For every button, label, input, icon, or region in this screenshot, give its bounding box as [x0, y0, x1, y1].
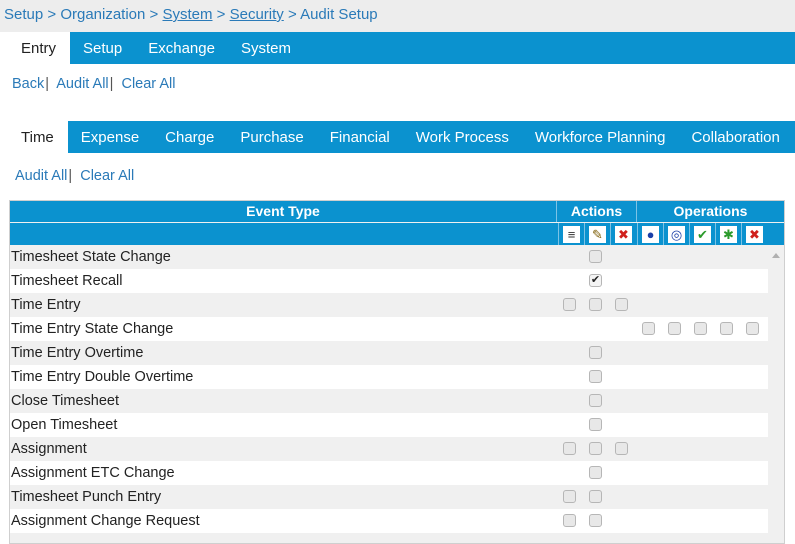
- audit-checkbox[interactable]: [563, 514, 576, 527]
- tab-collaboration[interactable]: Collaboration: [678, 121, 792, 153]
- event-type-label: Assignment ETC Change: [11, 465, 175, 481]
- event-type-label: Timesheet Punch Entry: [11, 489, 162, 505]
- tab-system[interactable]: System: [228, 32, 304, 64]
- event-type-label: Time Entry Double Overtime: [11, 369, 194, 385]
- breadcrumb-setup[interactable]: Setup: [4, 6, 43, 23]
- audit-checkbox[interactable]: [615, 442, 628, 455]
- audit-checkbox[interactable]: [589, 514, 602, 527]
- event-type-label: Time Entry: [11, 297, 81, 313]
- audit-checkbox[interactable]: [589, 490, 602, 503]
- delete-icon: ✖: [615, 225, 632, 243]
- grid-header: Event Type Actions Operations: [10, 201, 784, 222]
- audit-event-grid: Event Type Actions Operations ≡ ✎ ✖ ● ◎ ✔ ✱ ✖ T…: [9, 200, 785, 544]
- tab-financial[interactable]: Financial: [317, 121, 403, 153]
- breadcrumb-audit-setup: Audit Setup: [300, 6, 378, 23]
- event-type-header: Event Type: [10, 201, 557, 222]
- vertical-scrollbar[interactable]: [768, 245, 784, 543]
- delete-icon-cell: ✖: [610, 223, 636, 245]
- blue-dot-icon: ●: [642, 225, 659, 243]
- table-row: Time Entry Overtime: [10, 341, 768, 365]
- breadcrumb-organization[interactable]: Organization: [60, 6, 145, 23]
- audit-checkbox[interactable]: [694, 322, 707, 335]
- audit-checkbox[interactable]: [563, 298, 576, 311]
- table-row: Time Entry: [10, 293, 768, 317]
- audit-checkbox[interactable]: [668, 322, 681, 335]
- audit-checkbox[interactable]: [589, 418, 602, 431]
- scroll-up-arrow-icon[interactable]: [772, 253, 780, 258]
- reject-icon: ✱: [720, 225, 737, 243]
- audit-checkbox[interactable]: [589, 370, 602, 383]
- event-type-label: Assignment Change Request: [11, 513, 200, 529]
- table-row: Open Timesheet: [10, 413, 768, 437]
- back-link[interactable]: Back: [12, 76, 44, 92]
- audit-checkbox[interactable]: [720, 322, 733, 335]
- time-audit-all-link[interactable]: Audit All: [15, 168, 67, 184]
- breadcrumb: Setup > Organization > System > Security…: [0, 0, 795, 32]
- event-type-label: Timesheet Recall: [11, 273, 123, 289]
- audit-checkbox[interactable]: [589, 250, 602, 263]
- edit-icon-cell: ✎: [584, 223, 610, 245]
- reject-icon-cell: ✱: [715, 223, 741, 245]
- category-tab-bar: Time Expense Charge Purchase Financial W…: [0, 121, 795, 153]
- edit-icon: ✎: [589, 225, 606, 243]
- event-type-label: Open Timesheet: [11, 417, 118, 433]
- audit-checkbox[interactable]: [589, 466, 602, 479]
- audit-checkbox[interactable]: [563, 490, 576, 503]
- tab-work-process[interactable]: Work Process: [403, 121, 522, 153]
- top-tab-bar: Entry Setup Exchange System: [0, 32, 795, 64]
- audit-checkbox[interactable]: [589, 394, 602, 407]
- table-row: Close Timesheet: [10, 389, 768, 413]
- event-type-label: Close Timesheet: [11, 393, 119, 409]
- audit-checkbox[interactable]: ✔: [589, 274, 602, 287]
- list-icon-cell: ≡: [558, 223, 584, 245]
- tab-setup[interactable]: Setup: [70, 32, 135, 64]
- list-icon: ≡: [563, 225, 580, 243]
- table-row: Timesheet Punch Entry: [10, 485, 768, 509]
- operations-header: Operations: [673, 203, 748, 219]
- table-row: Timesheet State Change: [10, 245, 768, 269]
- audit-all-link[interactable]: Audit All: [56, 76, 108, 92]
- cancel-x-icon: ✖: [746, 225, 763, 243]
- table-row: Timesheet Recall ✔: [10, 269, 768, 293]
- event-type-label: Timesheet State Change: [11, 249, 171, 265]
- approve-check-icon-cell: ✔: [689, 223, 715, 245]
- event-type-label: Time Entry Overtime: [11, 345, 144, 361]
- audit-checkbox[interactable]: [746, 322, 759, 335]
- tab-time[interactable]: Time: [0, 121, 68, 153]
- blue-dot-icon-cell: ●: [637, 223, 663, 245]
- audit-checkbox[interactable]: [589, 442, 602, 455]
- clear-all-link[interactable]: Clear All: [121, 76, 175, 92]
- table-row: Time Entry State Change: [10, 317, 768, 341]
- grid-icon-row: ≡ ✎ ✖ ● ◎ ✔ ✱ ✖: [10, 223, 784, 245]
- audit-checkbox[interactable]: [563, 442, 576, 455]
- table-row: Assignment: [10, 437, 768, 461]
- time-clear-all-link[interactable]: Clear All: [80, 168, 134, 184]
- top-actions: Back| Audit All| Clear All: [12, 76, 176, 92]
- table-row: Assignment ETC Change: [10, 461, 768, 485]
- tab-purchase[interactable]: Purchase: [227, 121, 316, 153]
- event-type-label: Assignment: [11, 441, 87, 457]
- tab-expense[interactable]: Expense: [68, 121, 152, 153]
- table-row: Assignment Change Request: [10, 509, 768, 533]
- grid-rows: Timesheet State Change Timesheet Recall ✔ T…: [10, 245, 768, 533]
- tab-exchange[interactable]: Exchange: [135, 32, 228, 64]
- audit-checkbox[interactable]: [589, 346, 602, 359]
- tab-charge[interactable]: Charge: [152, 121, 227, 153]
- actions-header: Actions: [557, 201, 637, 222]
- cancel-x-icon-cell: ✖: [741, 223, 767, 245]
- tab-workforce-planning[interactable]: Workforce Planning: [522, 121, 679, 153]
- table-row: Time Entry Double Overtime: [10, 365, 768, 389]
- audit-checkbox[interactable]: [589, 298, 602, 311]
- breadcrumb-security[interactable]: Security: [230, 6, 284, 23]
- time-actions: Audit All| Clear All: [15, 168, 135, 184]
- blue-ring-icon-cell: ◎: [663, 223, 689, 245]
- approve-check-icon: ✔: [694, 225, 711, 243]
- audit-checkbox[interactable]: [615, 298, 628, 311]
- event-type-label: Time Entry State Change: [11, 321, 174, 337]
- blue-ring-icon: ◎: [668, 225, 685, 243]
- breadcrumb-system[interactable]: System: [162, 6, 212, 23]
- tab-entry[interactable]: Entry: [0, 32, 71, 64]
- audit-checkbox[interactable]: [642, 322, 655, 335]
